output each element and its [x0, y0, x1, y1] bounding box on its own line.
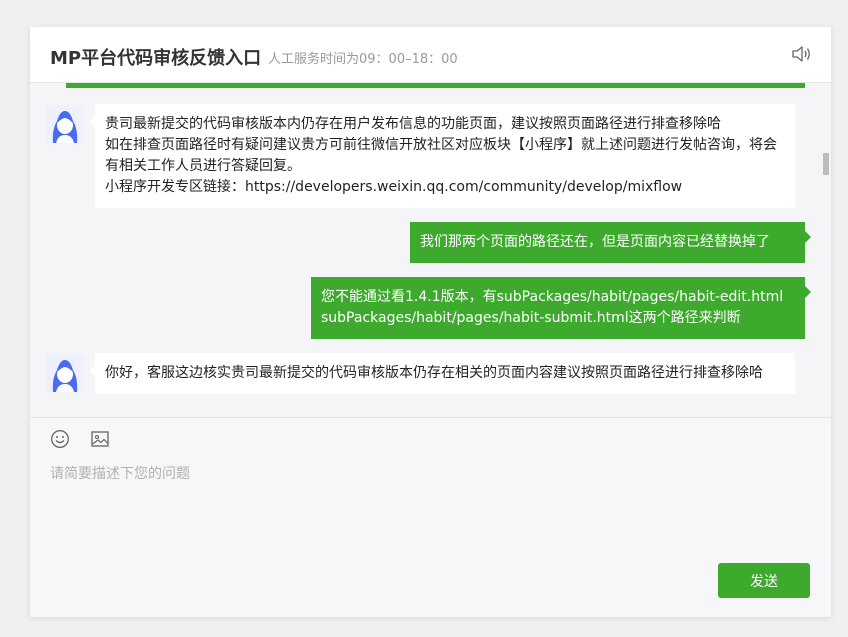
- send-button[interactable]: 发送: [718, 563, 810, 598]
- speaker-icon[interactable]: [791, 45, 811, 63]
- message-text: 如在排查页面路径时有疑问建议贵方可前往微信开放社区对应板块【小程序】就上述问题进…: [105, 137, 777, 174]
- message-text: 你好，客服这边核实贵司最新提交的代码审核版本仍存在相关的页面内容建议按照页面路径…: [105, 365, 763, 381]
- message-text[interactable]: 小程序开发专区链接：https://developers.weixin.qq.c…: [105, 177, 785, 198]
- scrollbar-thumb[interactable]: [823, 153, 829, 175]
- message-text: 您不能通过看1.4.1版本，有subPackages/habit/pages/h…: [321, 289, 784, 305]
- emoji-icon[interactable]: [50, 429, 70, 449]
- service-hours: 人工服务时间为09：00–18：00: [268, 52, 458, 67]
- message-input[interactable]: [50, 463, 810, 563]
- chat-window: MP平台代码审核反馈入口 人工服务时间为09：00–18：00 贵司最新提交的代…: [30, 27, 831, 617]
- agent-avatar-icon: [46, 354, 84, 392]
- previous-message-edge: [66, 83, 805, 88]
- chat-header: MP平台代码审核反馈入口 人工服务时间为09：00–18：00: [30, 27, 831, 83]
- page-title: MP平台代码审核反馈入口: [50, 48, 262, 69]
- message-text: subPackages/habit/pages/habit-submit.htm…: [321, 310, 741, 326]
- user-message-bubble: 我们那两个页面的路径还在，但是页面内容已经替换掉了: [410, 222, 811, 263]
- image-icon[interactable]: [90, 429, 110, 449]
- composer: 发送: [30, 417, 831, 617]
- message-list[interactable]: 贵司最新提交的代码审核版本内仍存在用户发布信息的功能页面，建议按照页面路径进行排…: [30, 83, 831, 417]
- agent-avatar-icon: [46, 105, 84, 143]
- message-text: 我们那两个页面的路径还在，但是页面内容已经替换掉了: [420, 234, 770, 250]
- agent-message-bubble: 贵司最新提交的代码审核版本内仍存在用户发布信息的功能页面，建议按照页面路径进行排…: [89, 104, 795, 208]
- user-message-bubble: 您不能通过看1.4.1版本，有subPackages/habit/pages/h…: [311, 277, 811, 339]
- message-text: 贵司最新提交的代码审核版本内仍存在用户发布信息的功能页面，建议按照页面路径进行排…: [105, 116, 721, 132]
- agent-message-bubble: 你好，客服这边核实贵司最新提交的代码审核版本仍存在相关的页面内容建议按照页面路径…: [89, 353, 795, 394]
